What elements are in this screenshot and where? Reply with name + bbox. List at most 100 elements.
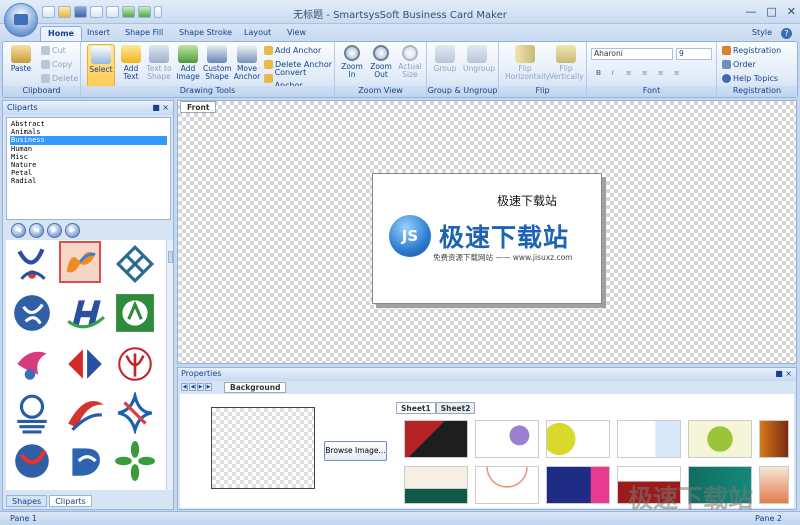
align-right-icon[interactable]: ≡ xyxy=(655,68,666,78)
minimize-icon[interactable]: — xyxy=(745,5,756,18)
category-item[interactable]: Animals xyxy=(10,128,167,136)
clipart-circle-swirl-icon[interactable] xyxy=(11,292,53,334)
tab-view[interactable]: View xyxy=(280,26,313,41)
tab-cliparts[interactable]: Cliparts xyxy=(49,495,92,507)
align-center-icon[interactable]: ≡ xyxy=(639,68,650,78)
prev-page-icon[interactable]: ◀ xyxy=(29,223,44,238)
business-card[interactable]: 极速下载站 JS 极速下载站 免费资源下载网站 —— www.jisuxz.co… xyxy=(372,173,602,304)
logo-text[interactable]: 极速下载站 xyxy=(439,218,569,254)
background-thumb[interactable] xyxy=(759,420,789,458)
add-anchor-button[interactable]: Add Anchor xyxy=(264,44,321,57)
font-name-select[interactable]: Aharoni xyxy=(591,48,673,60)
background-tab[interactable]: Background xyxy=(224,382,287,393)
actual-size-button[interactable]: Actual Size xyxy=(396,44,424,86)
front-side-tab[interactable]: Front xyxy=(180,101,217,113)
zoom-out-button[interactable]: Zoom Out xyxy=(367,44,395,86)
clipart-starburst-icon[interactable] xyxy=(114,392,156,434)
clipart-red-script-icon[interactable] xyxy=(114,343,156,385)
tab-shape-stroke[interactable]: Shape Stroke xyxy=(172,26,239,41)
help-topics-button[interactable]: Help Topics xyxy=(722,72,778,85)
order-button[interactable]: Order xyxy=(722,58,756,71)
background-thumb[interactable] xyxy=(546,466,610,504)
last-page-icon[interactable]: ▶ xyxy=(65,223,80,238)
select-button[interactable]: Select xyxy=(87,44,115,89)
flip-vertically-button[interactable]: Flip Vertically xyxy=(549,44,584,86)
first-tab-icon[interactable]: ◀ xyxy=(181,383,188,391)
undo-icon[interactable] xyxy=(122,6,135,18)
paste-button[interactable]: Paste xyxy=(7,44,35,86)
convert-anchor-button[interactable]: Convert Anchor xyxy=(264,68,334,90)
open-icon[interactable] xyxy=(58,6,71,18)
group-button[interactable]: Group xyxy=(431,44,459,86)
tab-shapes[interactable]: Shapes xyxy=(6,495,48,507)
js-logo-icon[interactable]: JS xyxy=(389,215,431,257)
clipart-red-swoosh-icon[interactable] xyxy=(64,392,106,434)
save-icon[interactable] xyxy=(74,6,87,18)
category-item[interactable]: Misc xyxy=(10,153,167,161)
align-left-icon[interactable]: ≡ xyxy=(623,68,634,78)
delete-button[interactable]: Delete xyxy=(41,72,78,85)
scrollbar-thumb[interactable] xyxy=(168,251,173,263)
help-icon[interactable]: ? xyxy=(781,28,792,39)
background-thumb[interactable] xyxy=(475,466,539,504)
last-tab-icon[interactable]: ▶ xyxy=(205,383,212,391)
background-thumb[interactable] xyxy=(759,466,789,504)
cut-button[interactable]: Cut xyxy=(41,44,66,57)
style-menu[interactable]: Style xyxy=(752,28,772,37)
copy-button[interactable]: Copy xyxy=(41,58,72,71)
background-thumb[interactable] xyxy=(546,420,610,458)
clipart-green-emblem-icon[interactable] xyxy=(114,292,156,334)
close-icon[interactable]: ✕ xyxy=(787,5,796,18)
move-anchor-button[interactable]: Move Anchor xyxy=(233,44,261,86)
background-thumb[interactable] xyxy=(404,466,468,504)
print-icon[interactable] xyxy=(90,6,103,18)
clipart-butterfly-selected[interactable] xyxy=(59,241,101,283)
flip-horizontally-button[interactable]: Flip Horizontally xyxy=(505,44,550,86)
background-thumb[interactable] xyxy=(617,420,681,458)
tab-sheet2[interactable]: Sheet2 xyxy=(435,402,476,414)
category-item-selected[interactable]: Business xyxy=(10,136,167,145)
tab-home[interactable]: Home xyxy=(40,26,82,41)
application-menu-button[interactable] xyxy=(4,3,38,37)
pin-icon[interactable]: ■ × xyxy=(775,369,792,378)
custom-shape-button[interactable]: Custom Shape xyxy=(203,44,232,86)
category-item[interactable]: Petal xyxy=(10,169,167,177)
next-tab-icon[interactable]: ▶ xyxy=(197,383,204,391)
card-title-text[interactable]: 极速下载站 xyxy=(497,192,557,209)
add-image-button[interactable]: Add Image xyxy=(174,44,202,86)
maximize-icon[interactable]: □ xyxy=(766,5,776,18)
text-to-shape-button[interactable]: Text to Shape xyxy=(145,44,173,86)
prev-tab-icon[interactable]: ◀ xyxy=(189,383,196,391)
background-thumb[interactable] xyxy=(404,420,468,458)
ungroup-button[interactable]: Ungroup xyxy=(463,44,495,86)
preview-icon[interactable] xyxy=(106,6,119,18)
logo-subtitle[interactable]: 免费资源下载网站 —— www.jisuxz.com xyxy=(433,252,572,263)
clipart-globe-stripes-icon[interactable] xyxy=(11,392,53,434)
background-thumb[interactable] xyxy=(475,420,539,458)
align-justify-icon[interactable]: ≡ xyxy=(671,68,682,78)
tab-insert[interactable]: Insert xyxy=(80,26,117,41)
qat-dropdown-icon[interactable] xyxy=(154,6,162,18)
next-page-icon[interactable]: ▶ xyxy=(47,223,62,238)
italic-button[interactable]: I xyxy=(607,68,618,78)
category-item[interactable]: Abstract xyxy=(10,120,167,128)
clipart-carrefour-icon[interactable] xyxy=(64,343,106,385)
tab-layout[interactable]: Layout xyxy=(237,26,278,41)
clipart-blue-orb-icon[interactable] xyxy=(11,440,53,482)
clipart-blue-d-icon[interactable] xyxy=(64,440,106,482)
category-list[interactable]: Abstract Animals Business Human Misc Nat… xyxy=(6,117,171,220)
category-item[interactable]: Nature xyxy=(10,161,167,169)
tab-sheet1[interactable]: Sheet1 xyxy=(396,402,436,414)
tab-shape-fill[interactable]: Shape Fill xyxy=(118,26,170,41)
registration-button[interactable]: Registration xyxy=(722,44,781,57)
add-text-button[interactable]: Add Text xyxy=(117,44,145,86)
pin-icon[interactable]: ■ × xyxy=(152,103,169,112)
browse-image-button[interactable]: Browse Image... xyxy=(324,441,387,461)
redo-icon[interactable] xyxy=(138,6,151,18)
background-thumb[interactable] xyxy=(688,420,752,458)
bold-button[interactable]: B xyxy=(593,68,604,78)
zoom-in-button[interactable]: Zoom In xyxy=(338,44,366,86)
font-size-select[interactable]: 9 xyxy=(676,48,712,60)
category-item[interactable]: Radial xyxy=(10,177,167,185)
clipart-swirl-figure-icon[interactable] xyxy=(11,243,53,285)
